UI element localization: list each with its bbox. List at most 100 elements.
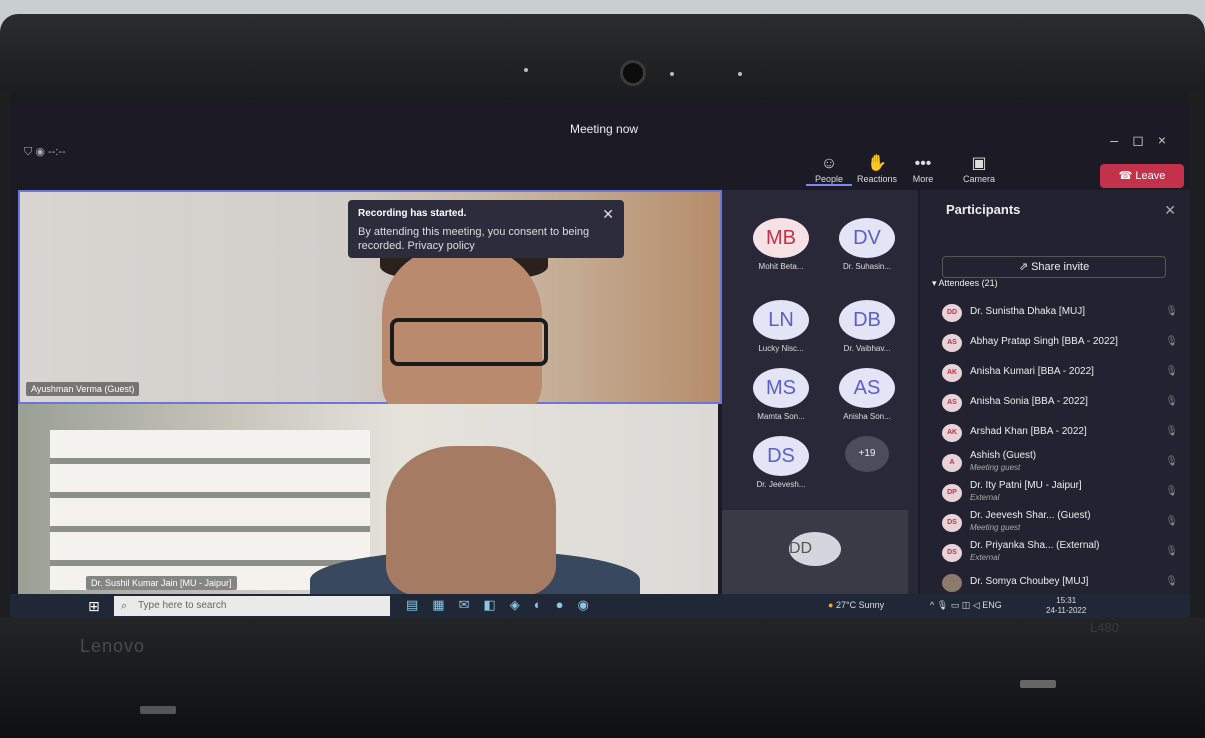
video-tile-small[interactable]: DD — [722, 510, 908, 594]
mic-off-icon: 🎙 — [1165, 306, 1178, 317]
speaker-icon[interactable]: ◁ — [973, 600, 980, 610]
avatar: MB — [753, 218, 809, 258]
participant-video-face — [386, 446, 556, 596]
screen: ⛉ ◉ --:-- Meeting now –◻× ☺ People ✋ Rea… — [10, 100, 1190, 618]
edge-icon[interactable]: ◐ — [534, 597, 556, 612]
system-tray[interactable]: ^ 🎙 ▭ ◫ ◁ ENG — [930, 600, 1002, 611]
chevron-down-icon: ▾ — [932, 278, 937, 288]
share-invite-button[interactable]: ⇗ Share invite — [942, 256, 1166, 278]
participant-name: Anisha Kumari [BBA - 2022] — [970, 366, 1094, 377]
participant-row[interactable]: AS Abhay Pratap Singh [BBA - 2022] 🎙 — [926, 330, 1184, 360]
language-indicator[interactable]: ENG — [982, 600, 1002, 610]
close-icon[interactable]: ✕ — [1164, 202, 1176, 219]
more-label: More — [912, 174, 934, 184]
brand-logo: Lenovo — [80, 636, 146, 656]
close-icon[interactable]: × — [1158, 132, 1180, 148]
share-label: Share invite — [1031, 261, 1090, 273]
bezel-dot — [524, 68, 528, 72]
avatar: DV — [839, 218, 895, 258]
participant-name: Dr. Somya Choubey [MUJ] — [970, 576, 1089, 587]
battery-icon[interactable]: ▭ — [951, 600, 960, 610]
mail-icon[interactable]: ✉ — [459, 597, 484, 612]
model-label: L480 — [1090, 620, 1119, 635]
bezel-bottom — [0, 618, 1205, 738]
more-participants-tile[interactable]: +19 — [822, 436, 912, 472]
bezel-dot — [738, 72, 742, 76]
hinge — [1020, 680, 1056, 688]
participant-row[interactable]: AK Anisha Kumari [BBA - 2022] 🎙 — [926, 360, 1184, 390]
more-button[interactable]: ••• More — [900, 154, 946, 184]
gallery-tile[interactable]: DB Dr. Vaibhav... — [822, 300, 912, 353]
attendees-header[interactable]: ▾ Attendees (21) — [932, 278, 998, 289]
participant-row[interactable]: AS Anisha Sonia [BBA - 2022] 🎙 — [926, 390, 1184, 420]
file-explorer-icon[interactable]: ▤ — [406, 597, 432, 612]
camera-button[interactable]: ▣ Camera — [956, 154, 1002, 184]
participant-name: Ashish (Guest) — [970, 450, 1037, 461]
taskbar-search[interactable]: ⌕ Type here to search — [114, 596, 390, 616]
participant-row[interactable]: AK Arshad Khan [BBA - 2022] 🎙 — [926, 420, 1184, 450]
sun-icon: ● — [828, 600, 834, 610]
record-icon: ◉ — [35, 146, 45, 158]
gallery-name: Mohit Beta... — [758, 262, 804, 271]
store-icon[interactable]: ▦ — [432, 597, 458, 612]
avatar: DP — [942, 484, 962, 502]
video-name-label: Dr. Sushil Kumar Jain [MU - Jaipur] — [86, 576, 237, 590]
participant-row[interactable]: DD Dr. Sunistha Dhaka [MUJ] 🎙 — [926, 300, 1184, 330]
participant-row[interactable]: A Ashish (Guest) Meeting guest 🎙 — [926, 450, 1184, 480]
gallery-name: Dr. Vaibhav... — [843, 344, 891, 353]
avatar: AS — [839, 368, 895, 408]
toast-body: By attending this meeting, you consent t… — [358, 226, 590, 252]
mic-off-icon: 🎙 — [1165, 516, 1178, 527]
windows-taskbar: ⊞ ⌕ Type here to search ▤▦✉◧◈◐●◉ ● 27°C … — [10, 594, 1190, 618]
minimize-icon[interactable]: – — [1110, 132, 1132, 148]
search-placeholder: Type here to search — [138, 600, 227, 611]
people-button[interactable]: ☺ People — [806, 154, 852, 186]
mic-off-icon: 🎙 — [1165, 546, 1178, 557]
avatar: A — [942, 454, 962, 472]
avatar: DD — [942, 304, 962, 322]
chrome-icon[interactable]: ◉ — [578, 597, 603, 612]
camera-label: Camera — [962, 174, 995, 184]
weather-widget[interactable]: ● 27°C Sunny — [828, 600, 884, 610]
maximize-icon[interactable]: ◻ — [1132, 132, 1158, 148]
network-icon[interactable]: ◫ — [962, 600, 971, 610]
gallery-tile[interactable]: MS Mamta Son... — [736, 368, 826, 421]
participant-name: Dr. Priyanka Sha... (External) — [970, 540, 1100, 551]
reactions-button[interactable]: ✋ Reactions — [854, 154, 900, 184]
webcam — [620, 60, 646, 86]
gallery-tile[interactable]: MB Mohit Beta... — [736, 218, 826, 271]
windows-start-icon[interactable]: ⊞ — [88, 598, 100, 615]
mic-icon[interactable]: 🎙 — [937, 600, 948, 610]
gallery-tile[interactable]: DV Dr. Suhasin... — [822, 218, 912, 271]
participant-row[interactable]: DS Dr. Priyanka Sha... (External) Extern… — [926, 540, 1184, 570]
close-icon[interactable]: ✕ — [602, 206, 614, 223]
video-name-label: Ayushman Verma (Guest) — [26, 382, 140, 396]
avatar: AK — [942, 424, 962, 442]
gallery-tile[interactable]: LN Lucky Nisc... — [736, 300, 826, 353]
leave-button[interactable]: ☎ Leave — [1100, 164, 1184, 188]
gallery-tile[interactable]: DS Dr. Jeevesh... — [736, 436, 826, 489]
participant-role: External — [970, 493, 1000, 502]
window-controls[interactable]: –◻× — [1110, 132, 1180, 149]
shield-icon: ⛉ — [24, 146, 33, 158]
avatar: DS — [753, 436, 809, 476]
teams-icon[interactable]: ◈ — [510, 597, 534, 612]
video-background-shelf — [50, 430, 370, 590]
people-icon: ☺ — [820, 155, 838, 172]
share-icon: ⇗ — [1018, 261, 1029, 273]
recording-notification: Recording has started. By attending this… — [348, 200, 624, 258]
chevron-up-icon[interactable]: ^ — [930, 600, 934, 610]
participant-row[interactable]: DP Dr. Ity Patni [MU - Jaipur] External … — [926, 480, 1184, 510]
participant-role: Meeting guest — [970, 523, 1021, 532]
participants-panel: Participants ✕ ⇗ Share invite ▾ Attendee… — [920, 190, 1190, 594]
mic-off-icon: 🎙 — [1165, 426, 1178, 437]
taskbar-clock[interactable]: 15:31 24-11-2022 — [1046, 596, 1086, 616]
outlook-icon[interactable]: ◧ — [484, 597, 510, 612]
taskbar-apps[interactable]: ▤▦✉◧◈◐●◉ — [406, 597, 603, 613]
avatar: DD — [789, 532, 841, 566]
participant-name: Arshad Khan [BBA - 2022] — [970, 426, 1087, 437]
participant-row[interactable]: DS Dr. Jeevesh Shar... (Guest) Meeting g… — [926, 510, 1184, 540]
app-icon[interactable]: ● — [556, 597, 578, 612]
gallery-tile[interactable]: AS Anisha Son... — [822, 368, 912, 421]
mic-off-icon: 🎙 — [1165, 456, 1178, 467]
